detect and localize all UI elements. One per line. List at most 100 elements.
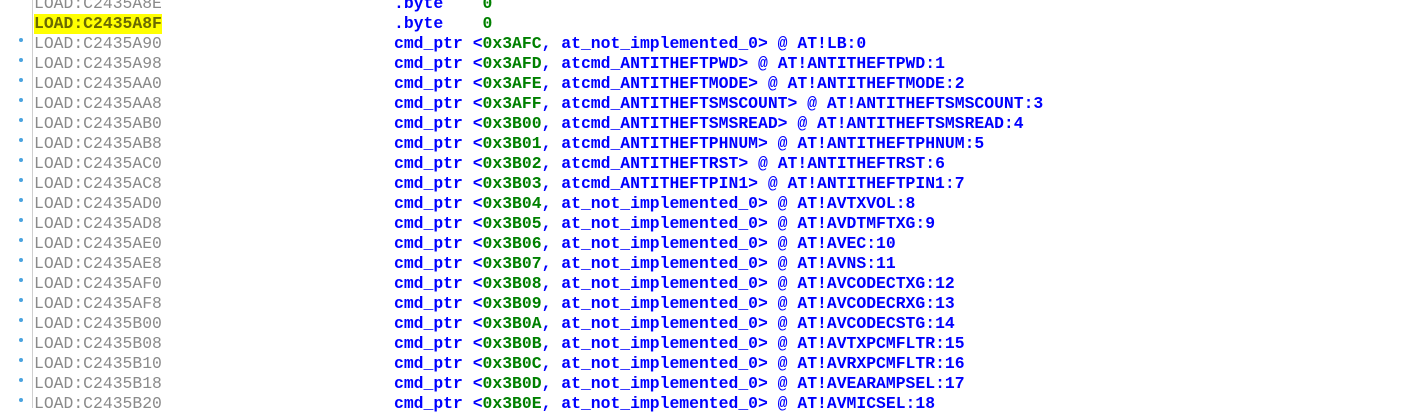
listing-line[interactable]: LOAD:C2435A90 cmd_ptr <0x3AFC, at_not_imp…	[0, 34, 1409, 54]
listing-line[interactable]: LOAD:C2435AC0 cmd_ptr <0x3B02, atcmd_ANTI…	[0, 154, 1409, 174]
handler-symbol[interactable]: at_not_implemented_0	[561, 194, 758, 213]
handler-symbol[interactable]: at_not_implemented_0	[561, 334, 758, 353]
listing-line[interactable]: LOAD:C2435A98 cmd_ptr <0x3AFD, atcmd_ANTI…	[0, 54, 1409, 74]
address[interactable]: LOAD:C2435A98	[34, 54, 162, 74]
line-gutter[interactable]	[0, 354, 33, 374]
address[interactable]: LOAD:C2435B10	[34, 354, 162, 374]
instruction[interactable]: cmd_ptr <0x3AFC, at_not_implemented_0> @…	[394, 34, 866, 54]
listing-line[interactable]: LOAD:C2435AF8 cmd_ptr <0x3B09, at_not_imp…	[0, 294, 1409, 314]
line-gutter[interactable]	[0, 94, 33, 114]
listing-line[interactable]: LOAD:C2435B10 cmd_ptr <0x3B0C, at_not_imp…	[0, 354, 1409, 374]
instruction[interactable]: cmd_ptr <0x3B04, at_not_implemented_0> @…	[394, 194, 915, 214]
handler-symbol[interactable]: atcmd_ANTITHEFTSMSREAD	[561, 114, 777, 133]
listing-line[interactable]: LOAD:C2435A8F .byte 0	[0, 14, 1409, 34]
line-gutter[interactable]	[0, 0, 33, 14]
handler-symbol[interactable]: atcmd_ANTITHEFTPHNUM	[561, 134, 758, 153]
handler-symbol[interactable]: atcmd_ANTITHEFTRST	[561, 154, 738, 173]
handler-symbol[interactable]: at_not_implemented_0	[561, 294, 758, 313]
address[interactable]: LOAD:C2435AD8	[34, 214, 162, 234]
listing-line[interactable]: LOAD:C2435AA0 cmd_ptr <0x3AFE, atcmd_ANTI…	[0, 74, 1409, 94]
address[interactable]: LOAD:C2435B20	[34, 394, 162, 414]
line-gutter[interactable]	[0, 114, 33, 134]
line-gutter[interactable]	[0, 334, 33, 354]
handler-symbol[interactable]: at_not_implemented_0	[561, 214, 758, 233]
line-gutter[interactable]	[0, 254, 33, 274]
instruction[interactable]: cmd_ptr <0x3B00, atcmd_ANTITHEFTSMSREAD>…	[394, 114, 1024, 134]
handler-symbol[interactable]: at_not_implemented_0	[561, 314, 758, 333]
listing-line[interactable]: LOAD:C2435AB8 cmd_ptr <0x3B01, atcmd_ANTI…	[0, 134, 1409, 154]
listing-line[interactable]: LOAD:C2435AE8 cmd_ptr <0x3B07, at_not_imp…	[0, 254, 1409, 274]
line-gutter[interactable]	[0, 314, 33, 334]
line-gutter[interactable]	[0, 74, 33, 94]
instruction[interactable]: cmd_ptr <0x3B06, at_not_implemented_0> @…	[394, 234, 896, 254]
instruction[interactable]: cmd_ptr <0x3B07, at_not_implemented_0> @…	[394, 254, 896, 274]
line-gutter[interactable]	[0, 154, 33, 174]
line-gutter[interactable]	[0, 34, 33, 54]
instruction[interactable]: .byte 0	[394, 14, 492, 34]
address[interactable]: LOAD:C2435A8F	[34, 14, 162, 34]
instruction[interactable]: .byte 0	[394, 0, 492, 14]
listing-line[interactable]: LOAD:C2435AE0 cmd_ptr <0x3B06, at_not_imp…	[0, 234, 1409, 254]
address[interactable]: LOAD:C2435AC8	[34, 174, 162, 194]
listing-line[interactable]: LOAD:C2435A8E .byte 0	[0, 0, 1409, 14]
address[interactable]: LOAD:C2435AB8	[34, 134, 162, 154]
line-gutter[interactable]	[0, 374, 33, 394]
handler-symbol[interactable]: atcmd_ANTITHEFTPIN1	[561, 174, 748, 193]
address[interactable]: LOAD:C2435AF8	[34, 294, 162, 314]
handler-symbol[interactable]: at_not_implemented_0	[561, 274, 758, 293]
instruction[interactable]: cmd_ptr <0x3B0A, at_not_implemented_0> @…	[394, 314, 955, 334]
instruction[interactable]: cmd_ptr <0x3B02, atcmd_ANTITHEFTRST> @ A…	[394, 154, 945, 174]
handler-symbol[interactable]: atcmd_ANTITHEFTMODE	[561, 74, 748, 93]
listing-line[interactable]: LOAD:C2435AF0 cmd_ptr <0x3B08, at_not_imp…	[0, 274, 1409, 294]
instruction[interactable]: cmd_ptr <0x3B0B, at_not_implemented_0> @…	[394, 334, 965, 354]
handler-symbol[interactable]: atcmd_ANTITHEFTSMSCOUNT	[561, 94, 787, 113]
listing-line[interactable]: LOAD:C2435B20 cmd_ptr <0x3B0E, at_not_imp…	[0, 394, 1409, 414]
address[interactable]: LOAD:C2435AD0	[34, 194, 162, 214]
instruction[interactable]: cmd_ptr <0x3AFF, atcmd_ANTITHEFTSMSCOUNT…	[394, 94, 1043, 114]
handler-symbol[interactable]: at_not_implemented_0	[561, 234, 758, 253]
listing-line[interactable]: LOAD:C2435B18 cmd_ptr <0x3B0D, at_not_imp…	[0, 374, 1409, 394]
address[interactable]: LOAD:C2435AC0	[34, 154, 162, 174]
address[interactable]: LOAD:C2435A8E	[34, 0, 162, 14]
instruction[interactable]: cmd_ptr <0x3B0D, at_not_implemented_0> @…	[394, 374, 965, 394]
line-gutter[interactable]	[0, 14, 33, 34]
address[interactable]: LOAD:C2435AA0	[34, 74, 162, 94]
instruction[interactable]: cmd_ptr <0x3B08, at_not_implemented_0> @…	[394, 274, 955, 294]
handler-symbol[interactable]: atcmd_ANTITHEFTPWD	[561, 54, 738, 73]
instruction[interactable]: cmd_ptr <0x3AFD, atcmd_ANTITHEFTPWD> @ A…	[394, 54, 945, 74]
line-gutter[interactable]	[0, 294, 33, 314]
instruction[interactable]: cmd_ptr <0x3B01, atcmd_ANTITHEFTPHNUM> @…	[394, 134, 984, 154]
instruction[interactable]: cmd_ptr <0x3B05, at_not_implemented_0> @…	[394, 214, 935, 234]
line-gutter[interactable]	[0, 274, 33, 294]
instruction[interactable]: cmd_ptr <0x3B03, atcmd_ANTITHEFTPIN1> @ …	[394, 174, 965, 194]
line-gutter[interactable]	[0, 54, 33, 74]
line-gutter[interactable]	[0, 394, 33, 414]
line-gutter[interactable]	[0, 174, 33, 194]
address[interactable]: LOAD:C2435B00	[34, 314, 162, 334]
address[interactable]: LOAD:C2435B18	[34, 374, 162, 394]
listing-line[interactable]: LOAD:C2435AD8 cmd_ptr <0x3B05, at_not_imp…	[0, 214, 1409, 234]
disassembly-listing[interactable]: LOAD:C2435A8E .byte 0 LOAD:C2435A8F .byte 0…	[0, 0, 1409, 414]
line-gutter[interactable]	[0, 194, 33, 214]
handler-symbol[interactable]: at_not_implemented_0	[561, 34, 758, 53]
handler-symbol[interactable]: at_not_implemented_0	[561, 394, 758, 413]
handler-symbol[interactable]: at_not_implemented_0	[561, 374, 758, 393]
listing-line[interactable]: LOAD:C2435AC8 cmd_ptr <0x3B03, atcmd_ANTI…	[0, 174, 1409, 194]
address[interactable]: LOAD:C2435AA8	[34, 94, 162, 114]
instruction[interactable]: cmd_ptr <0x3B0E, at_not_implemented_0> @…	[394, 394, 935, 414]
instruction[interactable]: cmd_ptr <0x3B09, at_not_implemented_0> @…	[394, 294, 955, 314]
address[interactable]: LOAD:C2435AE0	[34, 234, 162, 254]
handler-symbol[interactable]: at_not_implemented_0	[561, 254, 758, 273]
listing-line[interactable]: LOAD:C2435B00 cmd_ptr <0x3B0A, at_not_imp…	[0, 314, 1409, 334]
address[interactable]: LOAD:C2435A90	[34, 34, 162, 54]
instruction[interactable]: cmd_ptr <0x3B0C, at_not_implemented_0> @…	[394, 354, 965, 374]
address[interactable]: LOAD:C2435AB0	[34, 114, 162, 134]
line-gutter[interactable]	[0, 134, 33, 154]
instruction[interactable]: cmd_ptr <0x3AFE, atcmd_ANTITHEFTMODE> @ …	[394, 74, 965, 94]
line-gutter[interactable]	[0, 234, 33, 254]
listing-line[interactable]: LOAD:C2435B08 cmd_ptr <0x3B0B, at_not_imp…	[0, 334, 1409, 354]
line-gutter[interactable]	[0, 214, 33, 234]
address[interactable]: LOAD:C2435AE8	[34, 254, 162, 274]
listing-line[interactable]: LOAD:C2435AB0 cmd_ptr <0x3B00, atcmd_ANTI…	[0, 114, 1409, 134]
listing-line[interactable]: LOAD:C2435AD0 cmd_ptr <0x3B04, at_not_imp…	[0, 194, 1409, 214]
